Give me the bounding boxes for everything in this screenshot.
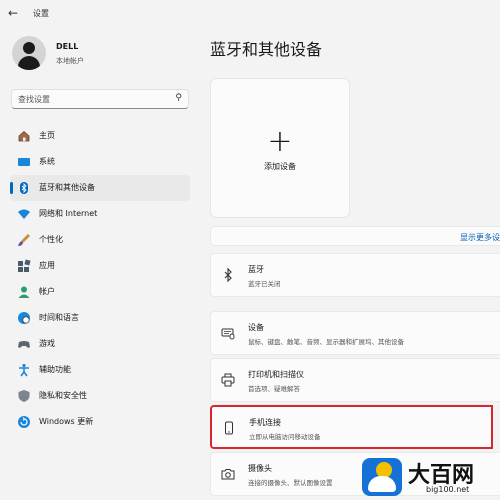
- app-title: 设置: [33, 9, 49, 18]
- devices-card[interactable]: 设备 鼠标、键盘、触笔、音频、显示器和扩展坞、其他设备: [210, 311, 500, 355]
- card-subtitle: 立即从电脑访问移动设备: [249, 433, 321, 441]
- phone-link-card[interactable]: 手机连接 立即从电脑访问移动设备: [210, 405, 493, 449]
- card-title: 蓝牙: [248, 265, 264, 274]
- plus-icon: +: [267, 124, 293, 159]
- sidebar-item-accounts[interactable]: 帐户: [10, 279, 190, 305]
- search-input[interactable]: [18, 93, 168, 105]
- card-subtitle: 首选项、疑难解答: [248, 385, 300, 393]
- sidebar-item-label: Windows 更新: [39, 417, 94, 426]
- camera-icon: [221, 469, 235, 480]
- refresh-icon: [18, 416, 30, 428]
- home-icon: [18, 130, 30, 142]
- watermark: 大百网 big100.net: [360, 452, 500, 500]
- sidebar-item-label: 网络和 Internet: [39, 209, 98, 218]
- sidebar-item-privacy[interactable]: 隐私和安全性: [10, 383, 190, 409]
- user-name: DELL: [56, 42, 79, 51]
- sidebar-item-label: 游戏: [39, 339, 55, 348]
- page-title: 蓝牙和其他设备: [210, 40, 323, 59]
- sidebar-item-network[interactable]: 网络和 Internet: [10, 201, 190, 227]
- bluetooth-icon: [224, 268, 232, 282]
- add-device-button[interactable]: + 添加设备: [210, 78, 350, 218]
- accessibility-icon: [19, 363, 29, 377]
- sidebar-item-label: 主页: [39, 131, 55, 140]
- add-device-label: 添加设备: [264, 162, 296, 171]
- apps-icon: [18, 259, 31, 272]
- sidebar-nav: 主页 系统 蓝牙和其他设备 网络和 Internet 个性化 应用 帐户 时间和…: [10, 123, 190, 435]
- search-icon[interactable]: ⚲: [175, 93, 182, 103]
- sidebar-item-label: 蓝牙和其他设备: [39, 183, 95, 192]
- show-more-link[interactable]: 显示更多设: [460, 232, 500, 243]
- search-box[interactable]: ⚲: [11, 89, 189, 109]
- more-devices-row: 显示更多设: [210, 226, 500, 246]
- wifi-icon: [18, 209, 30, 219]
- card-title: 手机连接: [249, 418, 281, 427]
- brush-icon: [18, 234, 30, 246]
- sidebar-item-label: 应用: [39, 261, 55, 270]
- monitor-icon: [18, 158, 30, 166]
- keyboard-mouse-icon: [221, 328, 235, 340]
- sidebar-item-system[interactable]: 系统: [10, 149, 190, 175]
- card-subtitle: 连接的摄像头、默认图像设置: [248, 479, 333, 487]
- sidebar-item-label: 个性化: [39, 235, 63, 244]
- printer-icon: [221, 373, 235, 387]
- sidebar-item-label: 帐户: [39, 287, 55, 296]
- card-title: 打印机和扫描仪: [248, 370, 304, 379]
- sidebar-item-time-language[interactable]: 时间和语言: [10, 305, 190, 331]
- account-type: 本地帐户: [56, 57, 84, 65]
- globe-clock-icon: [18, 312, 30, 324]
- card-subtitle: 鼠标、键盘、触笔、音频、显示器和扩展坞、其他设备: [248, 338, 404, 346]
- back-arrow-icon[interactable]: ←: [8, 6, 18, 20]
- bluetooth-icon: [20, 182, 28, 194]
- sidebar-item-personalization[interactable]: 个性化: [10, 227, 190, 253]
- sidebar-item-label: 时间和语言: [39, 313, 79, 322]
- sidebar-item-bluetooth[interactable]: 蓝牙和其他设备: [10, 175, 190, 201]
- card-subtitle: 蓝牙已关闭: [248, 280, 281, 288]
- sidebar-item-windows-update[interactable]: Windows 更新: [10, 409, 190, 435]
- sidebar-item-label: 隐私和安全性: [39, 391, 87, 400]
- card-title: 摄像头: [248, 464, 272, 473]
- gamepad-icon: [18, 341, 30, 348]
- title-bar: ← 设置: [0, 0, 500, 28]
- card-title: 设备: [248, 323, 264, 332]
- sidebar-item-apps[interactable]: 应用: [10, 253, 190, 279]
- sidebar-item-label: 系统: [39, 157, 55, 166]
- sidebar-item-gaming[interactable]: 游戏: [10, 331, 190, 357]
- watermark-url: big100.net: [426, 485, 470, 494]
- sidebar-item-home[interactable]: 主页: [10, 123, 190, 149]
- sidebar-item-label: 辅助功能: [39, 365, 71, 374]
- watermark-logo-icon: [362, 458, 402, 496]
- bluetooth-card[interactable]: 蓝牙 蓝牙已关闭: [210, 253, 500, 297]
- person-icon: [18, 286, 30, 298]
- printers-card[interactable]: 打印机和扫描仪 首选项、疑难解答: [210, 358, 500, 402]
- shield-icon: [18, 390, 30, 402]
- avatar: [12, 36, 46, 70]
- phone-icon: [225, 421, 233, 435]
- sidebar-item-accessibility[interactable]: 辅助功能: [10, 357, 190, 383]
